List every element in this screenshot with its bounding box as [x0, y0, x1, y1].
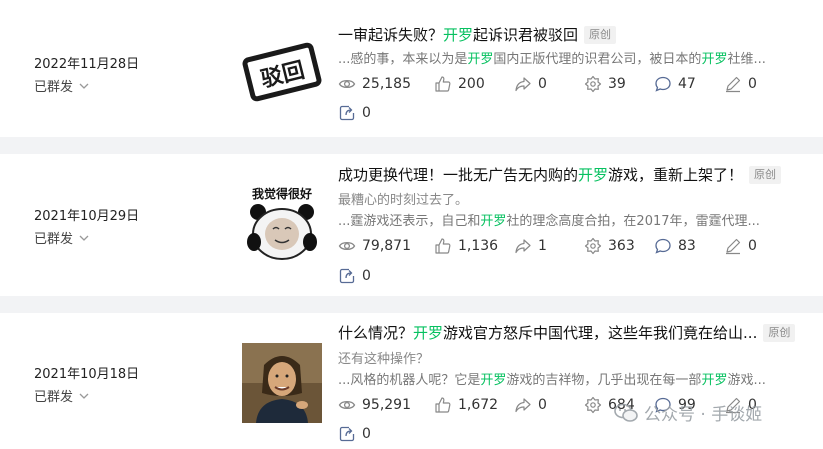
views-stat: 79,871	[338, 237, 434, 255]
article-row-1[interactable]: 2022年11月28日 已群发 驳回 一审起诉失败？ 开罗 起诉识君被驳回 原创 .…	[0, 0, 823, 137]
pen-icon	[726, 238, 741, 255]
share-out-icon	[339, 268, 355, 284]
watermark-text: 公众号 · 手谈姬	[644, 405, 763, 425]
original-tag: 原创	[749, 165, 782, 184]
article-thumbnail[interactable]	[242, 343, 322, 423]
edits-stat: 0	[724, 75, 784, 93]
article-summary: ...风格的机器人呢？它是开罗游戏的吉祥物，几乎出现在每一部开罗游戏...	[338, 373, 766, 388]
forwards-stat: 0	[514, 396, 584, 414]
pen-icon	[726, 76, 741, 93]
chevron-down-icon	[79, 83, 89, 89]
thumbs-up-icon	[435, 76, 451, 92]
thumbs-up-icon	[435, 397, 451, 413]
share-stat: 0	[338, 425, 371, 443]
article-title[interactable]: 一审起诉失败？ 开罗 起诉识君被驳回 原创	[338, 24, 617, 45]
comment-icon	[655, 76, 671, 92]
comments-stat: 83	[654, 237, 724, 255]
watermark: 公众号 · 手谈姬	[614, 400, 762, 425]
article-stats: 79,871 1,136 1 363 83 0	[338, 237, 784, 255]
views-stat: 95,291	[338, 396, 434, 414]
wow-stat: 39	[584, 75, 654, 93]
likes-stat: 200	[434, 75, 514, 93]
forwards-stat: 0	[514, 75, 584, 93]
article-summary: ...霆游戏还表示，自己和开罗社的理念高度合拍，在2017年，雷霆代理...	[338, 214, 760, 229]
thumbs-up-icon	[435, 238, 451, 254]
eye-icon	[338, 400, 356, 410]
status-label: 已群发	[34, 390, 74, 405]
chevron-down-icon	[79, 393, 89, 399]
wechat-icon	[614, 403, 638, 422]
publish-date: 2021年10月18日	[34, 367, 140, 382]
eye-icon	[338, 79, 356, 89]
article-row-2[interactable]: 2021年10月29日 已群发 我觉得很好 成功更换代理！一批无广告无内购的 开罗…	[0, 154, 823, 296]
likes-stat: 1,672	[434, 396, 514, 414]
wow-stat: 363	[584, 237, 654, 255]
article-thumbnail[interactable]: 我觉得很好	[242, 182, 322, 262]
article-digest: 还有这种操作？	[338, 352, 430, 367]
share-stat: 0	[338, 104, 371, 122]
wow-icon	[584, 75, 602, 93]
eye-icon	[338, 241, 356, 251]
article-digest: 最糟心的时刻过去了。	[338, 193, 469, 208]
comment-icon	[655, 238, 671, 254]
chevron-down-icon	[79, 235, 89, 241]
status-label: 已群发	[34, 80, 74, 95]
status-label: 已群发	[34, 232, 74, 247]
wow-icon	[584, 237, 602, 255]
wow-icon	[584, 396, 602, 414]
share-out-icon	[339, 426, 355, 442]
status-dropdown[interactable]: 已群发	[34, 386, 91, 405]
likes-stat: 1,136	[434, 237, 514, 255]
forward-icon	[515, 398, 531, 413]
article-title[interactable]: 什么情况？ 开罗 游戏官方怒斥中国代理，这些年我们竟在给山... 原创	[338, 322, 796, 343]
article-summary: ...感的事，本来以为是开罗国内正版代理的识君公司，被日本的开罗社维...	[338, 52, 766, 67]
status-dropdown[interactable]: 已群发	[34, 76, 91, 95]
publish-date: 2022年11月28日	[34, 57, 140, 72]
share-out-icon	[339, 105, 355, 121]
comments-stat: 47	[654, 75, 724, 93]
status-dropdown[interactable]: 已群发	[34, 228, 91, 247]
forward-icon	[515, 77, 531, 92]
edits-stat: 0	[724, 237, 784, 255]
article-title[interactable]: 成功更换代理！一批无广告无内购的 开罗 游戏，重新上架了！ 原创	[338, 164, 782, 185]
article-stats: 25,185 200 0 39 47 0	[338, 75, 784, 93]
forwards-stat: 1	[514, 237, 584, 255]
article-row-3[interactable]: 2021年10月18日 已群发 什么情况？ 开罗 游戏官方怒斥中国代理，这些年我们竟…	[0, 313, 823, 449]
reject-stamp-image: 驳回	[242, 32, 322, 112]
original-tag: 原创	[584, 25, 617, 44]
share-stat: 0	[338, 267, 371, 285]
man-photo-image	[242, 343, 322, 423]
original-tag: 原创	[763, 323, 796, 342]
forward-icon	[515, 239, 531, 254]
publish-date: 2021年10月29日	[34, 209, 140, 224]
views-stat: 25,185	[338, 75, 434, 93]
article-thumbnail[interactable]: 驳回	[242, 32, 322, 112]
svg-text:我觉得很好: 我觉得很好	[252, 186, 312, 201]
panda-meme-image: 我觉得很好	[242, 182, 322, 262]
